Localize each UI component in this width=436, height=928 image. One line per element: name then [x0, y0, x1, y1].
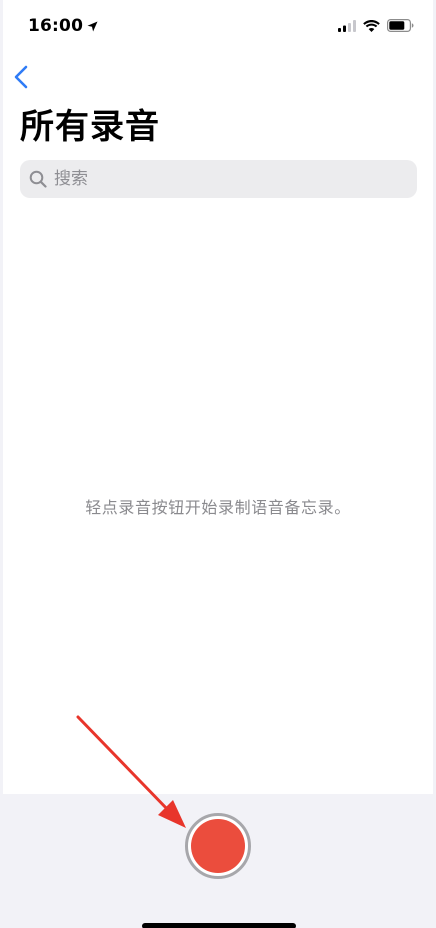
status-bar-indicators	[338, 19, 414, 32]
cellular-signal-icon	[338, 19, 356, 32]
record-dot-icon	[191, 819, 245, 873]
status-bar-time: 16:00	[28, 16, 98, 36]
record-button[interactable]	[185, 813, 251, 879]
page-title: 所有录音	[20, 107, 160, 147]
wifi-icon	[363, 19, 380, 32]
empty-state-message: 轻点录音按钮开始录制语音备忘录。	[85, 498, 351, 517]
search-bar[interactable]	[20, 160, 417, 198]
voice-memos-screen: 16:00 所有录音 搜索 轻点录音按钮开始录制语音备忘录。	[0, 0, 436, 928]
location-arrow-icon	[87, 21, 98, 32]
back-button[interactable]	[12, 64, 32, 90]
status-time-text: 16:00	[28, 16, 84, 36]
battery-icon	[387, 19, 414, 32]
chevron-left-icon	[12, 65, 32, 94]
search-input[interactable]	[52, 168, 396, 190]
home-indicator	[142, 923, 296, 928]
search-icon	[29, 170, 47, 188]
